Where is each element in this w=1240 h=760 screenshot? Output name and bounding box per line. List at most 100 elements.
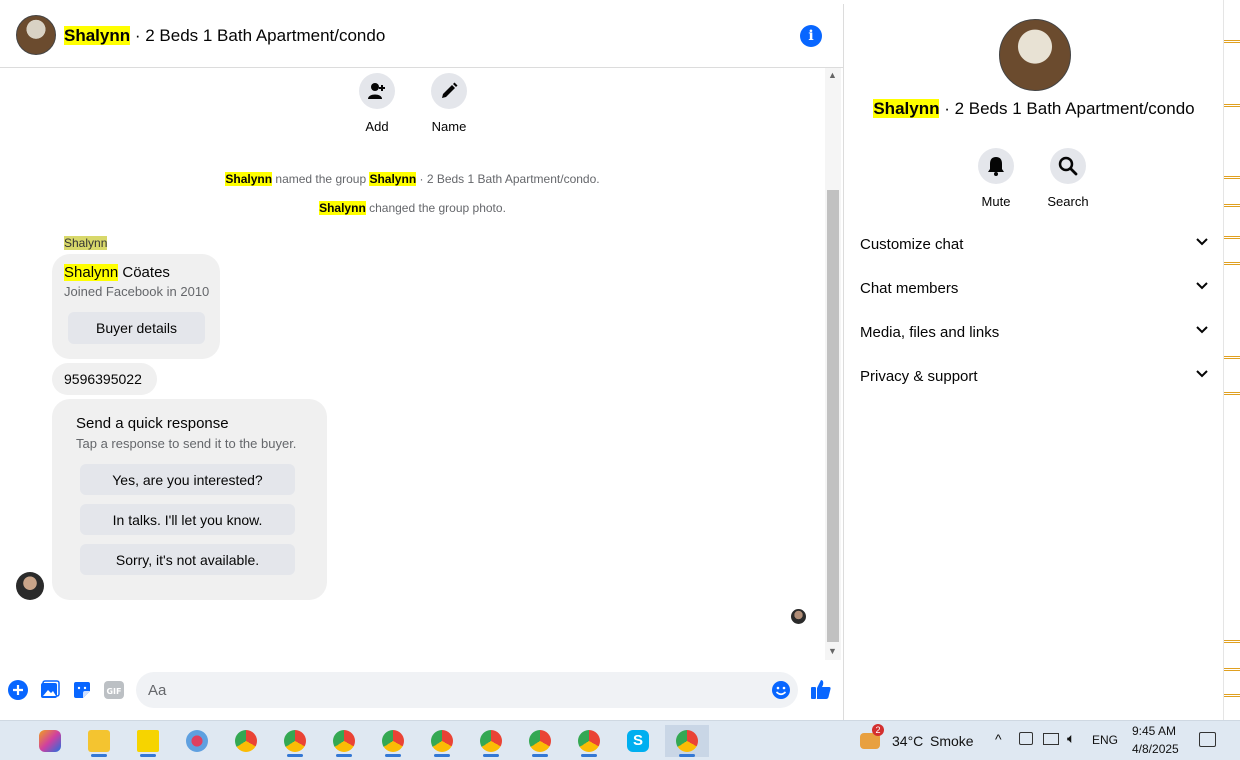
chrome-profile-icon[interactable]	[273, 725, 317, 757]
clock-date[interactable]: 4/8/2025	[1132, 742, 1179, 756]
scroll-thumb[interactable]	[827, 190, 839, 642]
chat-scrollbar[interactable]: ▲ ▼	[825, 68, 841, 660]
like-icon[interactable]	[810, 678, 832, 700]
section-media-files-links[interactable]: Media, files and links	[860, 318, 1208, 348]
section-label: Media, files and links	[860, 324, 1000, 341]
running-indicator	[140, 754, 156, 757]
quick-response-title: Send a quick response	[76, 415, 229, 432]
weather-icon[interactable]	[850, 725, 890, 757]
scroll-up-icon[interactable]: ▲	[828, 70, 837, 80]
sys-actor: Shalynn	[225, 172, 273, 186]
buyer-joined: Joined Facebook in 2010	[64, 284, 210, 299]
chrome-profile-icon[interactable]	[371, 725, 415, 757]
sender-avatar[interactable]	[16, 572, 44, 600]
running-indicator	[385, 754, 401, 757]
quick-reply-in-talks[interactable]: In talks. I'll let you know.	[80, 504, 295, 535]
chat-title-rest: · 2 Beds 1 Bath Apartment/condo	[130, 26, 386, 45]
section-label: Customize chat	[860, 236, 964, 253]
photo-icon[interactable]	[40, 680, 60, 700]
scroll-marker	[1224, 640, 1240, 643]
chrome-profile-icon[interactable]	[469, 725, 513, 757]
chrome-profile-icon[interactable]	[420, 725, 464, 757]
chrome-icon[interactable]	[224, 725, 268, 757]
volume-icon[interactable]: 🔈︎	[1067, 730, 1075, 747]
meet-now-icon[interactable]	[1019, 732, 1033, 745]
quick-response-subtitle: Tap a response to send it to the buyer.	[76, 436, 297, 451]
language-indicator[interactable]: ENG	[1092, 733, 1118, 747]
pencil-icon	[431, 73, 467, 109]
quick-reply-not-available[interactable]: Sorry, it's not available.	[80, 544, 295, 575]
seen-indicator-avatar	[791, 609, 806, 624]
gif-label: GIF	[106, 687, 121, 696]
section-label: Privacy & support	[860, 368, 978, 385]
snipping-tool-icon[interactable]	[175, 725, 219, 757]
scroll-marker	[1224, 694, 1240, 697]
gif-icon[interactable]: GIF	[104, 680, 124, 700]
group-avatar[interactable]	[16, 15, 56, 55]
scroll-marker	[1224, 236, 1240, 239]
temperature[interactable]: 34°C	[892, 733, 923, 749]
sticky-notes-icon[interactable]	[126, 725, 170, 757]
sys-actor: Shalynn	[319, 201, 366, 215]
page-scrollbar[interactable]	[1223, 0, 1240, 720]
clock-time[interactable]: 9:45 AM	[1132, 724, 1176, 738]
section-customize-chat[interactable]: Customize chat	[860, 230, 1208, 260]
weather-badge: 2	[872, 724, 884, 736]
network-icon[interactable]	[1043, 733, 1059, 745]
plus-icon[interactable]	[8, 680, 28, 700]
chrome-active-window-icon[interactable]	[665, 725, 709, 757]
file-explorer-icon[interactable]	[77, 725, 121, 757]
scroll-marker	[1224, 40, 1240, 43]
chrome-profile-icon[interactable]	[322, 725, 366, 757]
buyer-last-name: Cöates	[118, 264, 170, 281]
skype-icon[interactable]: S	[616, 725, 660, 757]
mute-button[interactable]: Mute	[966, 148, 1026, 209]
chevron-down-icon	[1196, 370, 1208, 378]
name-group-button[interactable]: Name	[419, 73, 479, 134]
running-indicator	[91, 754, 107, 757]
phone-message: 9596395022	[52, 363, 157, 395]
weather-condition[interactable]: Smoke	[930, 733, 974, 749]
info-icon[interactable]: i	[800, 25, 822, 47]
add-member-button[interactable]: Add	[347, 73, 407, 134]
name-label: Name	[431, 119, 467, 134]
message-list: Add Name Shalynn named the group Shalynn…	[0, 68, 825, 660]
chevron-down-icon	[1196, 326, 1208, 334]
scroll-marker	[1224, 104, 1240, 107]
section-chat-members[interactable]: Chat members	[860, 274, 1208, 304]
buyer-first-name: Shalynn	[64, 264, 119, 281]
running-indicator	[679, 754, 695, 757]
sys-text: · 2 Beds 1 Bath Apartment/condo.	[416, 172, 600, 186]
section-privacy-support[interactable]: Privacy & support	[860, 362, 1208, 392]
quick-reply-interested[interactable]: Yes, are you interested?	[80, 464, 295, 495]
windows-taskbar: S 2 34°C Smoke ^ 🔈︎ ENG 9:45 AM 4/8/2025	[0, 720, 1240, 760]
scroll-marker	[1224, 356, 1240, 359]
chat-header: Shalynn · 2 Beds 1 Bath Apartment/condo …	[0, 4, 843, 68]
scroll-marker	[1224, 668, 1240, 671]
chrome-profile-icon[interactable]	[567, 725, 611, 757]
message-input[interactable]	[136, 672, 798, 708]
sys-text: named the group	[272, 172, 370, 186]
group-avatar-large[interactable]	[999, 19, 1071, 91]
copilot-icon[interactable]	[28, 725, 72, 757]
notifications-icon[interactable]	[1199, 732, 1216, 747]
chat-title: Shalynn · 2 Beds 1 Bath Apartment/condo	[64, 26, 385, 46]
mute-label: Mute	[981, 194, 1011, 209]
chrome-profile-icon[interactable]	[518, 725, 562, 757]
buyer-details-button[interactable]: Buyer details	[68, 312, 205, 344]
search-label: Search	[1047, 194, 1089, 209]
running-indicator	[287, 754, 303, 757]
system-message-photo: Shalynn changed the group photo.	[0, 201, 825, 215]
panel-title: Shalynn · 2 Beds 1 Bath Apartment/condo	[844, 99, 1224, 119]
chevron-down-icon	[1196, 282, 1208, 290]
chat-title-name: Shalynn	[64, 26, 131, 45]
show-hidden-icons-chevron-up-icon[interactable]: ^	[995, 731, 1002, 747]
sender-name: Shalynn	[64, 236, 108, 250]
running-indicator	[336, 754, 352, 757]
search-button[interactable]: Search	[1038, 148, 1098, 209]
scroll-down-icon[interactable]: ▼	[828, 646, 837, 656]
search-icon	[1050, 148, 1086, 184]
sticker-icon[interactable]	[72, 680, 92, 700]
scroll-marker	[1224, 262, 1240, 265]
emoji-icon[interactable]	[771, 680, 791, 700]
